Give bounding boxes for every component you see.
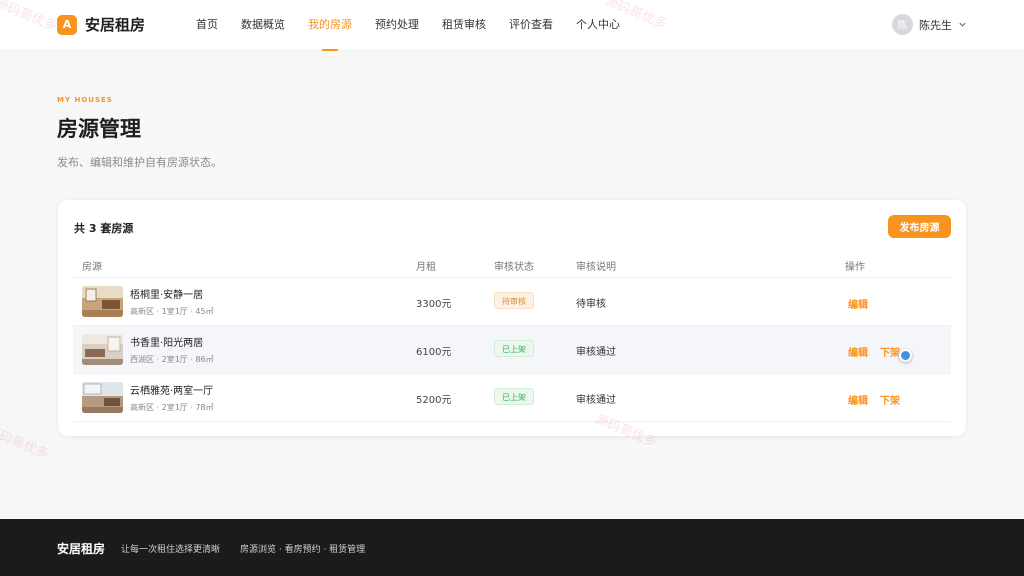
house-meta: 高新区 · 1室1厅 · 45㎡ [130, 307, 214, 316]
unlist-button[interactable]: 下架 [880, 392, 900, 407]
footer-logo: 安居租房 [57, 542, 106, 556]
footer-links: 房源浏览 · 看房预约 · 租赁管理 [240, 545, 366, 555]
nav-home[interactable]: 首页 [196, 0, 218, 51]
table-row: 书香里·阳光两居 西湖区 · 2室1厅 · 86㎡ 6100元 已上架 审核通过… [73, 326, 951, 374]
house-rent: 3300元 [416, 299, 452, 310]
main-nav: 首页 数据概览 我的房源 预约处理 租赁审核 评价查看 个人中心 [196, 0, 643, 51]
page-title: 房源管理 [57, 117, 141, 141]
house-thumbnail [82, 334, 123, 365]
house-name[interactable]: 书香里·阳光两居 [130, 334, 203, 349]
publish-house-button[interactable]: 发布房源 [888, 215, 951, 238]
table-row: 梧桐里·安静一居 高新区 · 1室1厅 · 45㎡ 3300元 待审核 待审核 … [73, 278, 951, 326]
status-badge: 已上架 [494, 388, 534, 405]
nav-reviews[interactable]: 评价查看 [509, 0, 553, 51]
status-badge: 已上架 [494, 340, 534, 357]
house-rent: 6100元 [416, 347, 452, 358]
status-badge: 待审核 [494, 292, 534, 309]
user-menu[interactable]: 陈 陈先生 [892, 14, 967, 35]
nav-lease-review[interactable]: 租赁审核 [442, 0, 486, 51]
nav-overview[interactable]: 数据概览 [241, 0, 285, 51]
house-rent: 5200元 [416, 395, 452, 406]
page-description: 发布、编辑和维护自有房源状态。 [57, 156, 222, 169]
review-note: 审核通过 [576, 347, 616, 358]
edit-button[interactable]: 编辑 [848, 344, 868, 359]
chevron-down-icon [959, 22, 966, 27]
logo[interactable]: A 安居租房 [57, 14, 145, 35]
house-thumbnail [82, 286, 123, 317]
cursor-dot [899, 349, 912, 362]
column-header-note: 审核说明 [576, 262, 616, 273]
avatar: 陈 [892, 14, 913, 35]
house-name[interactable]: 梧桐里·安静一居 [130, 286, 203, 301]
nav-appointments[interactable]: 预约处理 [375, 0, 419, 51]
edit-button[interactable]: 编辑 [848, 392, 868, 407]
watermark: 源码哥优多 [0, 424, 51, 463]
edit-button[interactable]: 编辑 [848, 296, 868, 311]
house-count: 共 3 套房源 [74, 222, 134, 235]
logo-badge-icon: A [57, 14, 77, 35]
page-eyebrow: MY HOUSES [57, 96, 113, 104]
footer-slogan: 让每一次租住选择更清晰 [121, 545, 221, 555]
houses-card: 共 3 套房源 发布房源 房源 月租 审核状态 审核说明 操作 梧桐里·安静一居… [58, 200, 966, 436]
house-thumbnail [82, 382, 123, 413]
table-header: 房源 月租 审核状态 审核说明 操作 [73, 252, 951, 278]
house-meta: 西湖区 · 2室1厅 · 86㎡ [130, 355, 214, 364]
column-header-rent: 月租 [416, 262, 436, 273]
nav-my-houses[interactable]: 我的房源 [308, 0, 352, 51]
table-row: 云栖雅苑·两室一厅 高新区 · 2室1厅 · 78㎡ 5200元 已上架 审核通… [73, 374, 951, 422]
house-name[interactable]: 云栖雅苑·两室一厅 [130, 382, 213, 397]
unlist-button[interactable]: 下架 [880, 344, 900, 359]
top-navbar: A 安居租房 首页 数据概览 我的房源 预约处理 租赁审核 评价查看 个人中心 … [0, 0, 1024, 51]
review-note: 审核通过 [576, 395, 616, 406]
column-header-status: 审核状态 [494, 262, 534, 273]
logo-text: 安居租房 [85, 16, 146, 34]
house-meta: 高新区 · 2室1厅 · 78㎡ [130, 403, 214, 412]
column-header-actions: 操作 [845, 262, 865, 273]
column-header-house: 房源 [82, 262, 102, 273]
review-note: 待审核 [576, 299, 606, 310]
user-name: 陈先生 [919, 18, 952, 32]
footer: 安居租房 让每一次租住选择更清晰 房源浏览 · 看房预约 · 租赁管理 [0, 519, 1024, 576]
